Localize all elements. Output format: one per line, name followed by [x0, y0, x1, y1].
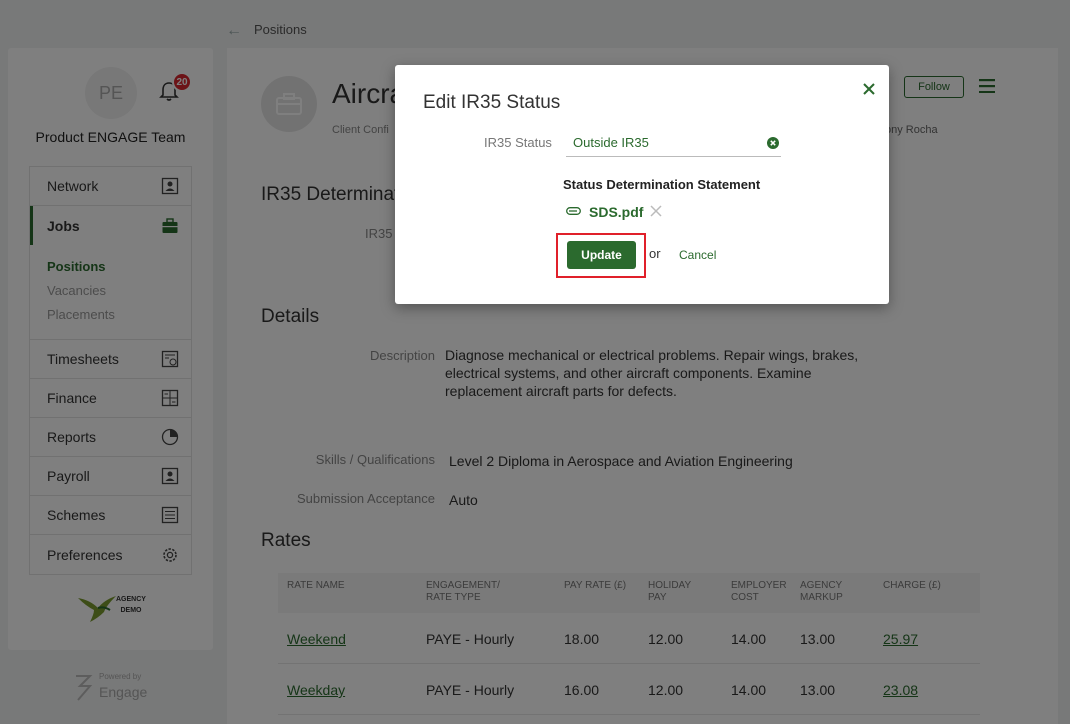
sds-heading: Status Determination Statement: [563, 177, 761, 192]
modal-title: Edit IR35 Status: [423, 92, 561, 113]
cancel-link[interactable]: Cancel: [679, 248, 716, 262]
close-icon[interactable]: [861, 81, 877, 97]
clear-icon[interactable]: [767, 137, 779, 149]
edit-ir35-modal: Edit IR35 Status IR35 Status Outside IR3…: [395, 65, 889, 304]
update-button[interactable]: Update: [567, 241, 636, 269]
attached-file-link[interactable]: SDS.pdf: [589, 204, 643, 220]
ir35-status-label: IR35 Status: [484, 135, 552, 150]
ir35-status-select[interactable]: Outside IR35: [566, 131, 781, 157]
paperclip-icon: [566, 207, 581, 215]
or-text: or: [649, 246, 661, 261]
remove-file-icon[interactable]: [650, 205, 662, 217]
